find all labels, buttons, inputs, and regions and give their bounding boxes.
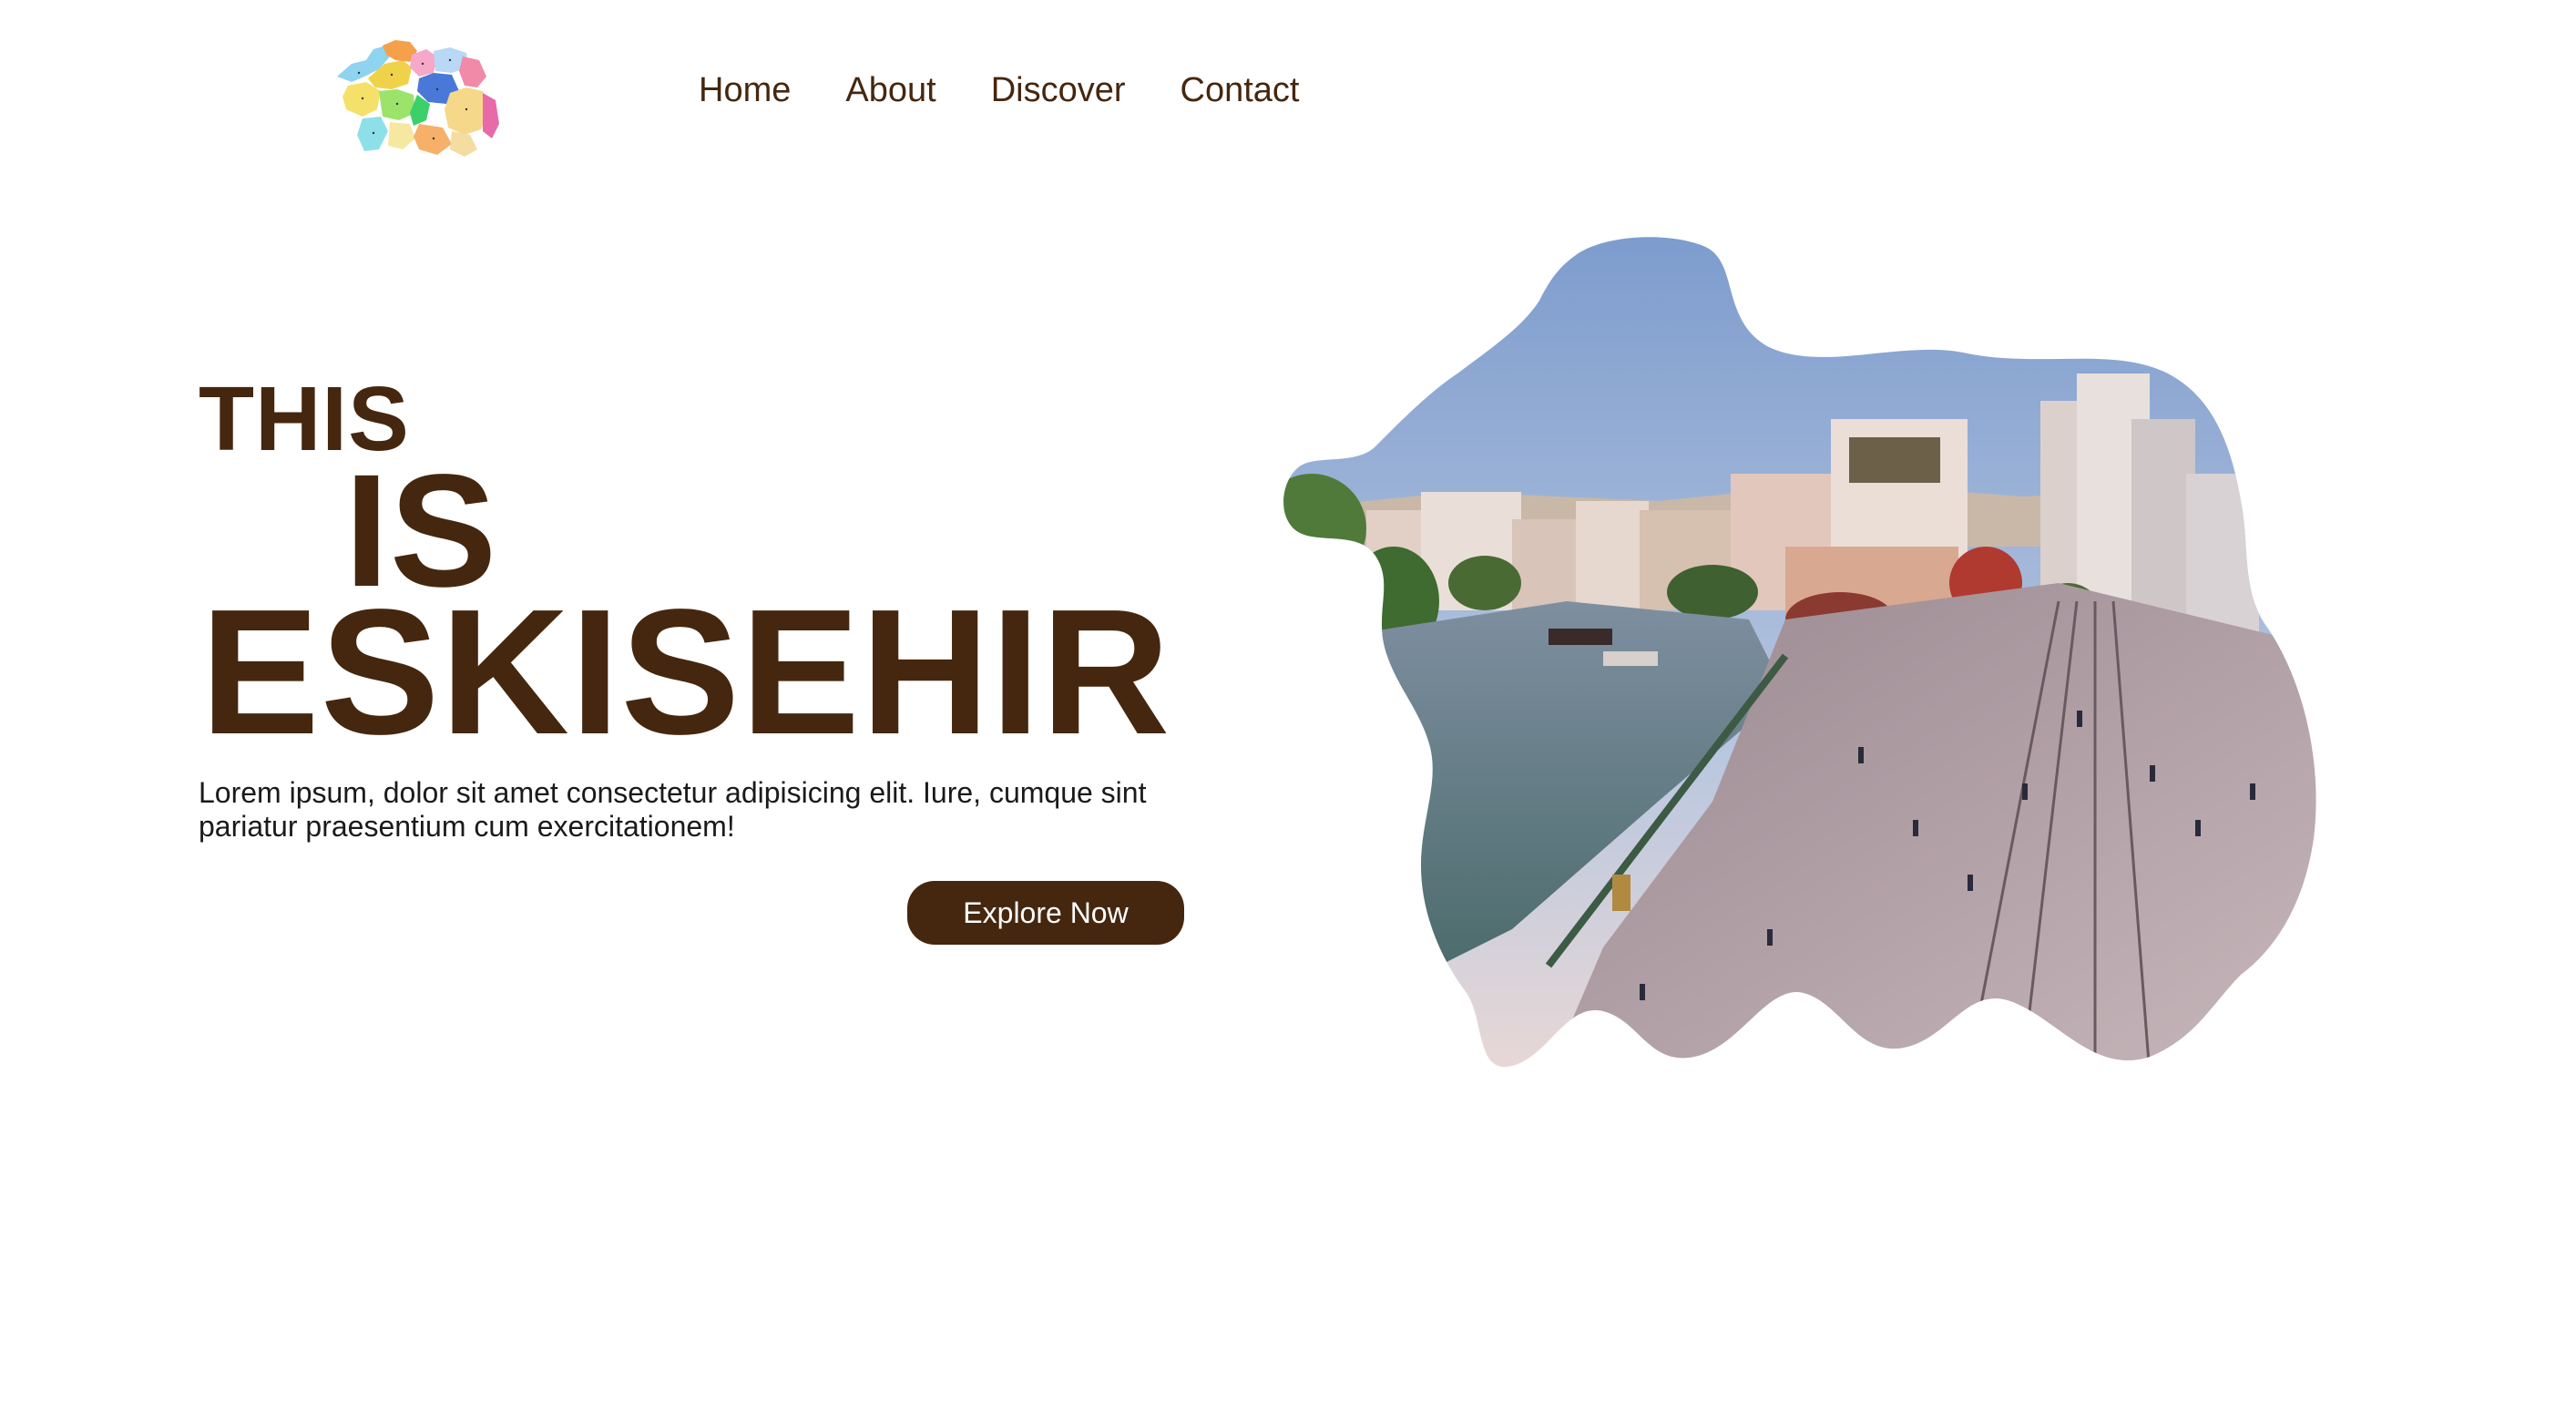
main-nav: Home About Discover Contact <box>699 71 1299 110</box>
nav-link-home[interactable]: Home <box>699 71 791 109</box>
explore-now-button[interactable]: Explore Now <box>907 881 1184 945</box>
nav-item-contact: Contact <box>1181 71 1300 110</box>
logo[interactable] <box>332 36 501 159</box>
nav-item-home: Home <box>699 71 791 110</box>
nav-item-discover: Discover <box>991 71 1126 110</box>
province-map-logo-icon <box>337 40 499 157</box>
hero-description: Lorem ipsum, dolor sit amet consectetur … <box>199 776 1147 843</box>
nav-link-about[interactable]: About <box>845 71 935 109</box>
hero-city-photo <box>1283 237 2316 1068</box>
nav-link-discover[interactable]: Discover <box>991 71 1126 109</box>
nav-item-about: About <box>845 71 935 110</box>
hero-title-line-city: ESKISEHIR <box>200 572 1171 772</box>
nav-link-contact[interactable]: Contact <box>1181 71 1300 109</box>
